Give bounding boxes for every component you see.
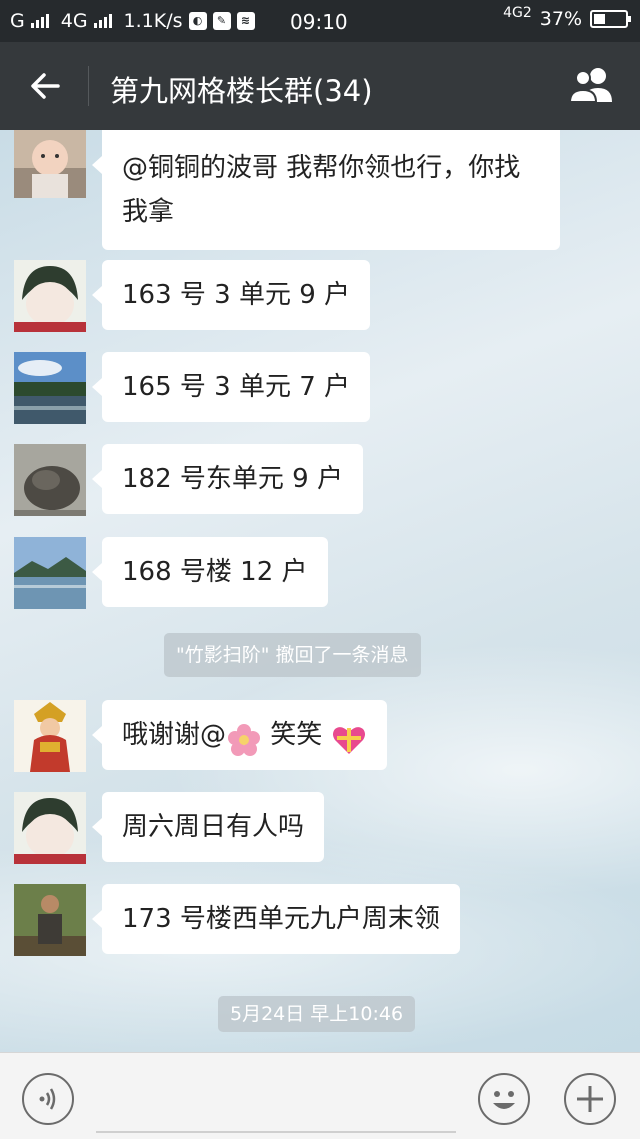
- message-bubble[interactable]: 哦谢谢@ 笑笑: [92, 700, 387, 770]
- title-bar: 第九网格楼长群(34): [0, 42, 640, 130]
- message-text: 165 号 3 单元 7 户: [122, 372, 351, 402]
- carrier-g-label: G: [10, 10, 25, 32]
- cartoon-avatar[interactable]: [14, 260, 86, 332]
- battery-icon: [590, 10, 631, 28]
- group-members-icon: [568, 68, 612, 103]
- message-text: 168 号楼 12 户: [122, 557, 308, 587]
- smiley-icon: [493, 1091, 515, 1109]
- notification-icon-a: ◐: [188, 12, 207, 30]
- message-text: 173 号楼西单元九户周末领: [122, 904, 440, 934]
- message-text: 182 号东单元 9 户: [122, 464, 343, 494]
- emoji-button[interactable]: [478, 1073, 530, 1125]
- message-bubble[interactable]: 163 号 3 单元 9 户: [91, 260, 371, 330]
- title-divider: [88, 66, 89, 106]
- group-members-button[interactable]: [566, 64, 618, 108]
- status-bar: G 4G 1.1K/s ◐ ✎ ≋ 09:10 4G2 37%: [0, 0, 640, 42]
- message-bubble[interactable]: 168 号楼 12 户: [92, 537, 328, 607]
- back-button[interactable]: [24, 64, 68, 108]
- status-left: G 4G 1.1K/s ◐ ✎ ≋: [10, 10, 255, 32]
- notification-icon-c: ≋: [236, 12, 255, 30]
- message-bubble[interactable]: 165 号 3 单元 7 户: [91, 352, 371, 422]
- message-text: 哦谢谢@: [122, 720, 227, 750]
- cartoon-avatar[interactable]: [14, 792, 86, 864]
- man-outdoors-avatar[interactable]: [14, 884, 86, 956]
- voice-input-button[interactable]: [22, 1073, 74, 1125]
- message-text-2: 笑笑: [262, 720, 331, 750]
- more-options-button[interactable]: [564, 1073, 616, 1125]
- lake-landscape-avatar[interactable]: [14, 352, 86, 424]
- group-title: 第九网格楼长群(34): [110, 74, 373, 108]
- voice-icon: [39, 1088, 56, 1110]
- message-input[interactable]: [96, 1131, 456, 1133]
- message-bubble[interactable]: 周六周日有人吗: [91, 792, 325, 862]
- rock-avatar[interactable]: [14, 444, 86, 516]
- message-text: @铜铜的波哥 我帮你领也行，你找我拿: [122, 153, 521, 227]
- flower-emoji-icon: [226, 715, 262, 756]
- signal-icon-2: [93, 14, 112, 28]
- carrier-4g-label: 4G: [60, 10, 88, 32]
- network-speed: 1.1K/s: [123, 10, 183, 32]
- back-arrow-icon: [31, 73, 60, 99]
- plus-icon: [577, 1086, 603, 1112]
- opera-character-avatar[interactable]: [14, 700, 86, 772]
- heart-gift-emoji-icon: [331, 715, 367, 754]
- message-text: 163 号 3 单元 9 户: [122, 280, 351, 310]
- status-time: 09:10: [290, 10, 348, 34]
- lake-mountain-avatar[interactable]: [14, 537, 86, 609]
- battery-percent: 37%: [539, 8, 582, 30]
- message-bubble[interactable]: 182 号东单元 9 户: [92, 444, 363, 514]
- message-bubble[interactable]: @铜铜的波哥 我帮你领也行，你找我拿: [92, 130, 560, 250]
- chat-message-list[interactable]: @铜铜的波哥 我帮你领也行，你找我拿 163 号 3 单元 9 户 165 号 …: [0, 130, 640, 1052]
- baby-photo-avatar[interactable]: [14, 130, 86, 198]
- signal-icon: [30, 14, 49, 28]
- notification-icon-b: ✎: [212, 12, 231, 30]
- status-right: 4G2 37%: [503, 5, 631, 30]
- recall-notice: "竹影扫阶" 撤回了一条消息: [164, 633, 421, 677]
- message-text: 周六周日有人吗: [122, 812, 305, 842]
- message-bubble[interactable]: 173 号楼西单元九户周末领: [92, 884, 460, 954]
- input-bar: [0, 1052, 640, 1139]
- network-type: 4G2: [503, 5, 532, 21]
- chat-timestamp: 5月24日 早上10:46: [218, 996, 416, 1032]
